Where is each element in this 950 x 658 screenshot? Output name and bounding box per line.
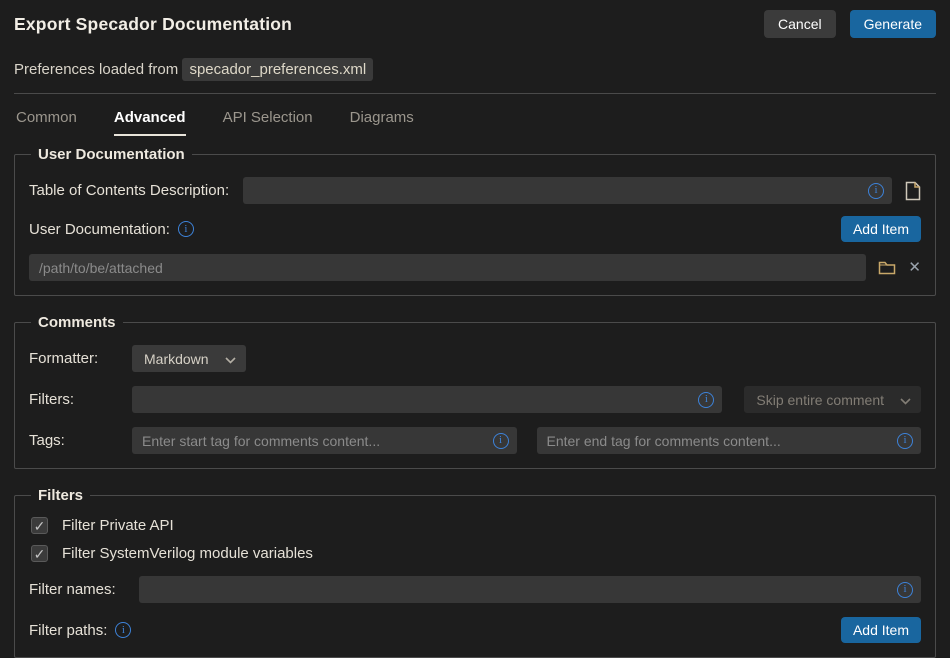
- preferences-text: Preferences loaded from: [14, 61, 178, 78]
- toc-description-label: Table of Contents Description:: [29, 182, 229, 199]
- filter-private-api-row: ✓ Filter Private API: [31, 517, 921, 534]
- comments-filters-label: Filters:: [29, 391, 132, 408]
- filter-sv-module-vars-row: ✓ Filter SystemVerilog module variables: [31, 545, 921, 562]
- comments-filters-input[interactable]: [132, 386, 722, 413]
- preferences-line: Preferences loaded from specador_prefere…: [0, 38, 950, 78]
- user-documentation-row: User Documentation: i Add Item: [29, 216, 921, 242]
- page-title: Export Specador Documentation: [14, 14, 764, 35]
- filter-paths-add-item-button[interactable]: Add Item: [841, 617, 921, 643]
- tab-api-selection[interactable]: API Selection: [223, 109, 313, 136]
- folder-icon[interactable]: [878, 260, 896, 275]
- fieldset-user-documentation: User Documentation Table of Contents Des…: [14, 146, 936, 296]
- start-tag-field-wrap: i: [132, 427, 517, 454]
- tab-common[interactable]: Common: [16, 109, 77, 136]
- end-tag-info-icon[interactable]: i: [897, 433, 913, 449]
- user-documentation-legend: User Documentation: [31, 146, 192, 163]
- remove-item-close-icon[interactable]: ✕: [908, 260, 921, 275]
- filter-private-api-checkbox[interactable]: ✓: [31, 517, 48, 534]
- attached-path-field-wrap: [29, 254, 866, 281]
- fieldset-filters: Filters ✓ Filter Private API ✓ Filter Sy…: [14, 487, 936, 658]
- generate-button[interactable]: Generate: [850, 10, 936, 38]
- filter-private-api-label: Filter Private API: [62, 517, 174, 534]
- end-tag-field-wrap: i: [537, 427, 922, 454]
- filter-sv-module-vars-label: Filter SystemVerilog module variables: [62, 545, 313, 562]
- user-documentation-info-icon[interactable]: i: [178, 221, 194, 237]
- toc-description-field-wrap: i: [243, 177, 892, 204]
- filter-names-label: Filter names:: [29, 581, 139, 598]
- formatter-label: Formatter:: [29, 350, 132, 367]
- tags-row: Tags: i i: [29, 427, 921, 454]
- filter-names-field-wrap: i: [139, 576, 921, 603]
- tab-diagrams[interactable]: Diagrams: [350, 109, 414, 136]
- chevron-down-icon: [225, 351, 236, 367]
- tab-bar: Common Advanced API Selection Diagrams: [0, 94, 950, 136]
- filter-paths-row: Filter paths: i Add Item: [29, 617, 921, 643]
- tags-label: Tags:: [29, 432, 132, 449]
- comments-legend: Comments: [31, 314, 123, 331]
- toc-description-input[interactable]: [243, 177, 892, 204]
- tab-advanced[interactable]: Advanced: [114, 109, 186, 136]
- skip-comment-selected-value: Skip entire comment: [756, 392, 884, 408]
- end-tag-input[interactable]: [537, 427, 922, 454]
- filters-legend: Filters: [31, 487, 90, 504]
- comments-filters-row: Filters: i Skip entire comment: [29, 386, 921, 413]
- filter-paths-label: Filter paths:: [29, 622, 107, 639]
- start-tag-input[interactable]: [132, 427, 517, 454]
- filter-names-row: Filter names: i: [29, 576, 921, 603]
- comments-filters-info-icon[interactable]: i: [698, 392, 714, 408]
- formatter-selected-value: Markdown: [144, 351, 209, 367]
- formatter-dropdown[interactable]: Markdown: [132, 345, 246, 372]
- cancel-button[interactable]: Cancel: [764, 10, 836, 38]
- toc-description-row: Table of Contents Description: i: [29, 177, 921, 204]
- filter-names-info-icon[interactable]: i: [897, 582, 913, 598]
- comments-filters-field-wrap: i: [132, 386, 722, 413]
- filter-sv-module-vars-checkbox[interactable]: ✓: [31, 545, 48, 562]
- new-file-icon[interactable]: [905, 181, 921, 201]
- skip-comment-dropdown: Skip entire comment: [744, 386, 921, 413]
- user-documentation-add-item-button[interactable]: Add Item: [841, 216, 921, 242]
- chevron-down-icon: [900, 392, 911, 408]
- formatter-row: Formatter: Markdown: [29, 345, 921, 372]
- filter-paths-info-icon[interactable]: i: [115, 622, 131, 638]
- preferences-file-badge: specador_preferences.xml: [182, 58, 373, 81]
- attached-path-input[interactable]: [29, 254, 866, 281]
- start-tag-info-icon[interactable]: i: [493, 433, 509, 449]
- dialog-header: Export Specador Documentation Cancel Gen…: [0, 0, 950, 38]
- filter-names-input[interactable]: [139, 576, 921, 603]
- user-documentation-label: User Documentation:: [29, 221, 170, 238]
- attached-path-row: ✕: [29, 254, 921, 281]
- fieldset-comments: Comments Formatter: Markdown Filters: i …: [14, 314, 936, 469]
- toc-info-icon[interactable]: i: [868, 183, 884, 199]
